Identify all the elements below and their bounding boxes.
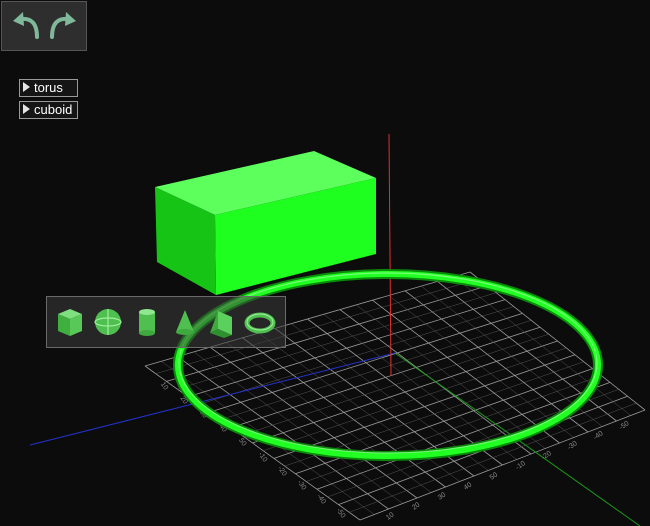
add-sphere-button[interactable] (91, 305, 125, 339)
object-label: cuboid (34, 102, 73, 117)
object-label: torus (34, 80, 63, 95)
object-list: torus cuboid (19, 79, 79, 123)
grid-tick-label: 10 (159, 381, 169, 391)
curved-arrow-left-icon (13, 12, 39, 39)
undo-redo-panel (1, 1, 87, 51)
grid-tick-label: 50 (237, 437, 247, 447)
cone-icon (176, 310, 194, 335)
sphere-icon (94, 309, 122, 335)
object-item-cuboid[interactable]: cuboid (19, 101, 79, 119)
add-torus-button[interactable] (243, 305, 277, 339)
shape-toolbar (46, 296, 286, 348)
grid-line (437, 281, 617, 422)
grid-tick-label: -10 (515, 460, 527, 472)
undo-button[interactable] (9, 9, 43, 43)
expand-arrow-icon (23, 82, 30, 92)
grid-tick-label: 30 (437, 491, 447, 501)
add-cylinder-button[interactable] (130, 305, 164, 339)
curved-arrow-right-icon (50, 12, 76, 39)
grid-tick-label: -40 (592, 430, 604, 442)
x-axis-line (29, 352, 396, 446)
cylinder-icon (139, 309, 155, 336)
add-cone-button[interactable] (168, 305, 202, 339)
3d-viewport[interactable]: 10102020303040405050-10-10-20-20-30-30-4… (0, 0, 650, 526)
grid-tick-label: -30 (566, 440, 578, 452)
grid-tick-label: 50 (489, 471, 499, 481)
expand-arrow-icon (23, 104, 30, 114)
grid-tick-label: -20 (540, 450, 552, 462)
grid-tick-label: -50 (618, 420, 630, 432)
add-wedge-button[interactable] (204, 305, 238, 339)
grid-tick-label: 40 (463, 481, 473, 491)
add-cube-button[interactable] (53, 305, 87, 339)
grid-tick-label: 10 (385, 511, 395, 521)
z-axis-line (388, 133, 392, 377)
object-item-torus[interactable]: torus (19, 79, 79, 97)
cube-icon (58, 309, 82, 336)
redo-button[interactable] (46, 9, 80, 43)
torus-icon (244, 312, 276, 334)
wedge-icon (210, 311, 232, 338)
grid-line (453, 276, 631, 416)
grid-line (359, 409, 646, 521)
grid-tick-label: 20 (411, 501, 421, 511)
